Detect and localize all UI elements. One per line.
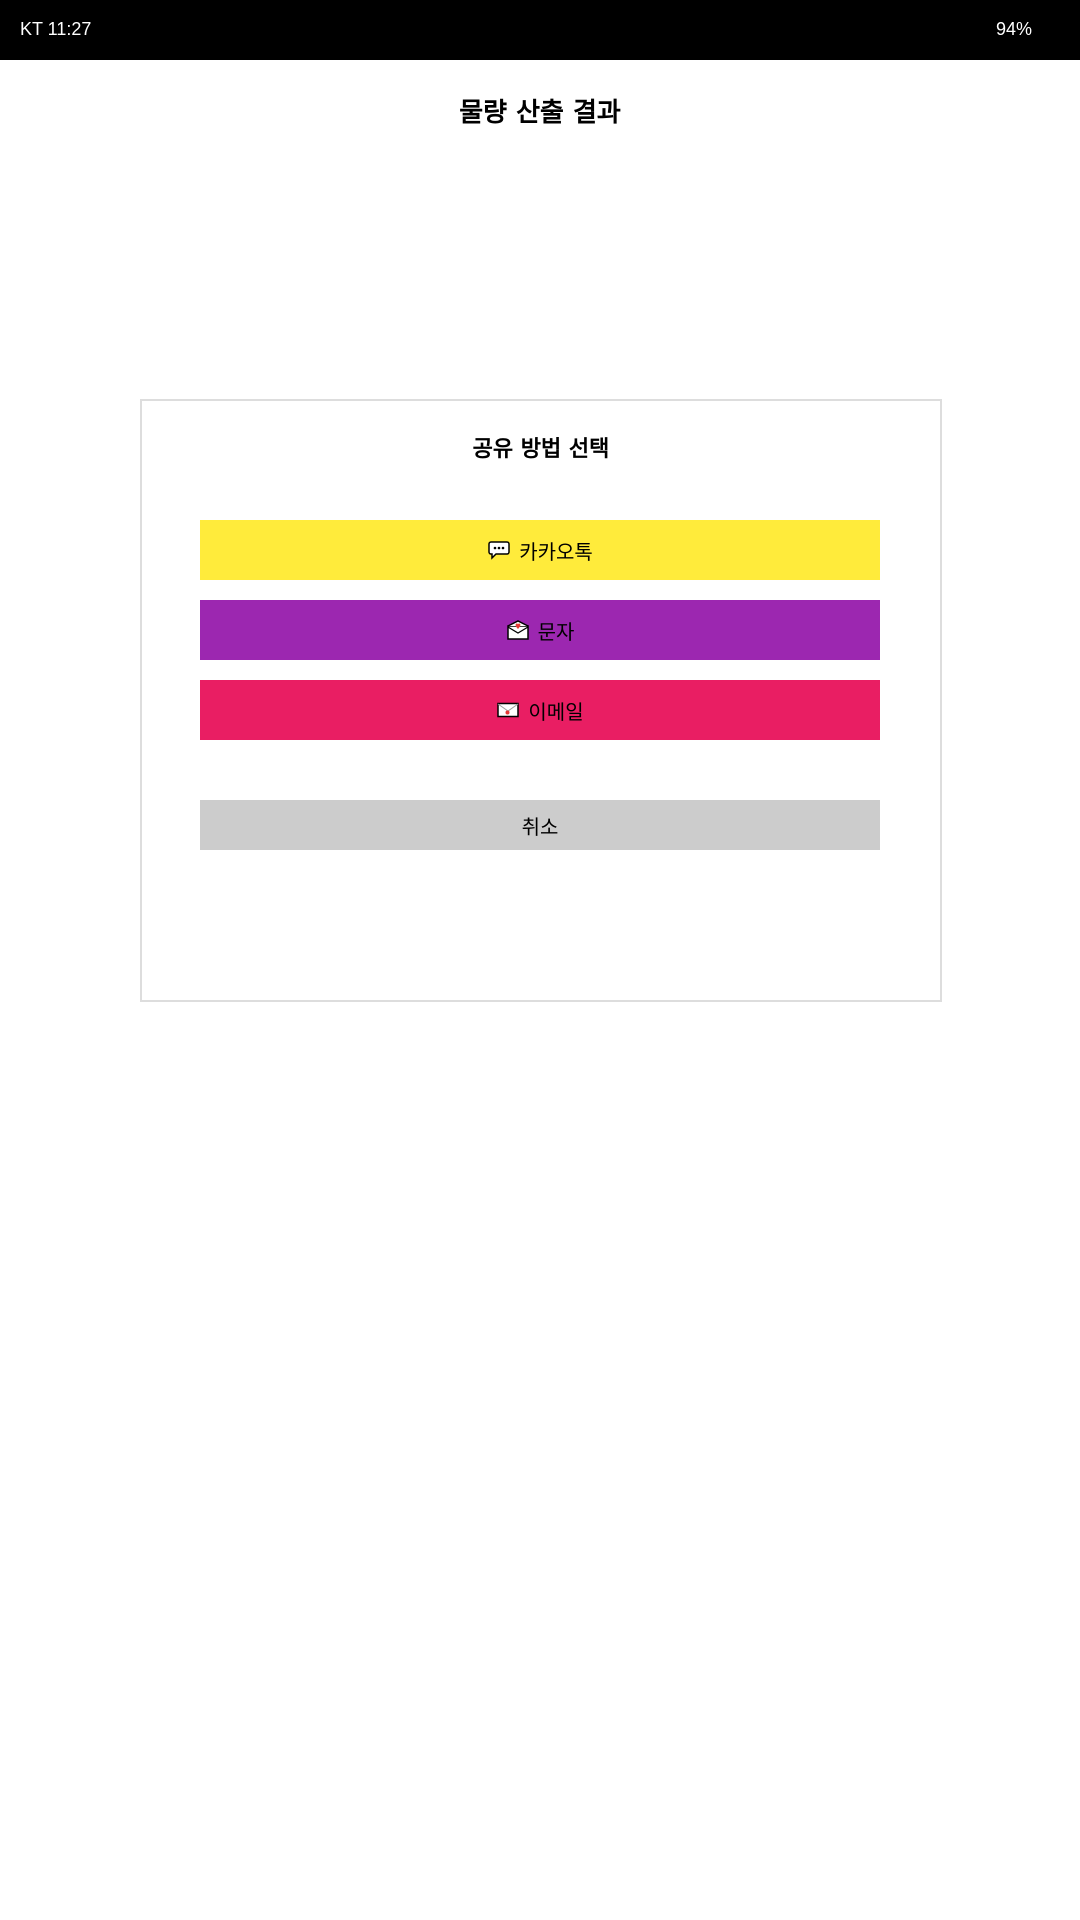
email-share-button[interactable]: 이메일	[200, 680, 880, 740]
carrier-time-text: KT 11:27	[20, 19, 92, 39]
status-bar: KT 11:27 94%	[0, 0, 1080, 60]
sms-label: 문자	[537, 619, 575, 644]
speech-balloon-icon	[487, 538, 511, 562]
page-title: 물량 산출 결과	[459, 98, 621, 128]
kakaotalk-share-button[interactable]: 카카오톡	[200, 520, 880, 580]
cancel-button[interactable]: 취소	[200, 800, 880, 850]
email-label: 이메일	[528, 699, 584, 724]
sms-share-button[interactable]: 문자	[200, 600, 880, 660]
envelope-with-heart-icon	[506, 618, 530, 642]
share-dialog: 공유 방법 선택 카카오톡 문자 이메일 취소	[140, 399, 942, 1002]
email-envelope-icon	[496, 698, 520, 722]
dialog-title: 공유 방법 선택	[472, 437, 610, 462]
battery-percent-text: 94%	[995, 19, 1032, 39]
kakaotalk-label: 카카오톡	[519, 539, 593, 564]
cancel-label: 취소	[521, 814, 559, 839]
